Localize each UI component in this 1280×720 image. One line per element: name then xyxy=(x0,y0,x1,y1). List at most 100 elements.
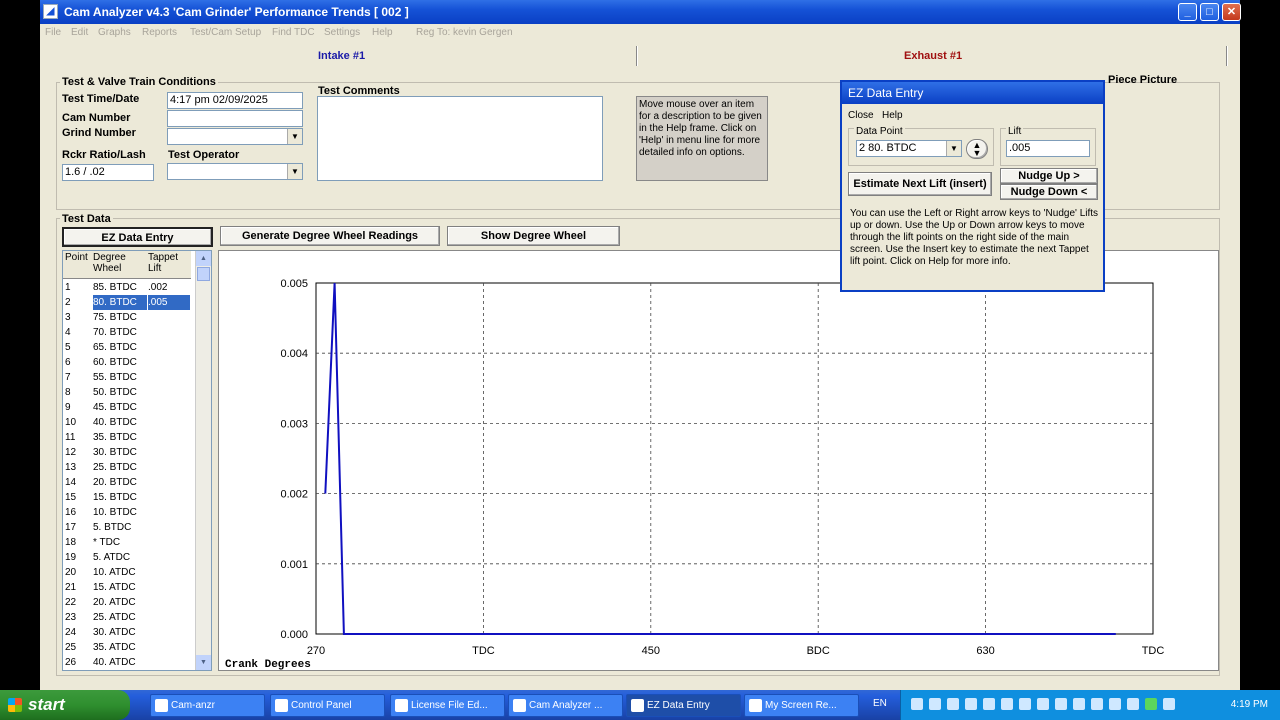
cell-point[interactable]: 13 xyxy=(65,460,91,475)
cell-degree-wheel[interactable]: 25. BTDC xyxy=(93,460,147,475)
cell-point[interactable]: 26 xyxy=(65,655,91,670)
cell-point[interactable]: 18 xyxy=(65,535,91,550)
time-date-field[interactable]: 4:17 pm 02/09/2025 xyxy=(167,92,303,109)
tray-icon[interactable] xyxy=(983,698,995,710)
data-point-combo[interactable]: 2 80. BTDC ▼ xyxy=(856,140,962,157)
tab-exhaust[interactable]: Exhaust #1 xyxy=(904,50,962,62)
test-comments-field[interactable] xyxy=(317,96,603,181)
cell-point[interactable]: 15 xyxy=(65,490,91,505)
dialog-menu-close[interactable]: Close xyxy=(848,110,874,121)
lift-field[interactable]: .005 xyxy=(1006,140,1090,157)
cell-point[interactable]: 2 xyxy=(65,295,91,310)
chevron-down-icon[interactable]: ▼ xyxy=(287,129,302,144)
table-row[interactable]: 19 5. ATDC xyxy=(63,550,191,565)
estimate-next-lift-button[interactable]: Estimate Next Lift (insert) xyxy=(848,172,992,196)
table-row[interactable]: 24 30. ATDC xyxy=(63,625,191,640)
tray-icon[interactable] xyxy=(1073,698,1085,710)
cell-point[interactable]: 24 xyxy=(65,625,91,640)
tray-icon[interactable] xyxy=(929,698,941,710)
cell-degree-wheel[interactable]: 60. BTDC xyxy=(93,355,147,370)
nudge-down-button[interactable]: Nudge Down < xyxy=(1000,184,1098,200)
data-point-spinner-icon[interactable]: ▲ ▼ xyxy=(966,139,988,159)
tray-icon[interactable] xyxy=(965,698,977,710)
table-row[interactable]: 26 40. ATDC xyxy=(63,655,191,670)
taskbar-item-screen-recorder[interactable]: My Screen Re... xyxy=(744,694,859,717)
table-row[interactable]: 17 5. BTDC xyxy=(63,520,191,535)
cell-point[interactable]: 5 xyxy=(65,340,91,355)
tray-icon[interactable] xyxy=(1001,698,1013,710)
table-row[interactable]: 3 75. BTDC xyxy=(63,310,191,325)
cell-degree-wheel[interactable]: 5. ATDC xyxy=(93,550,147,565)
table-row[interactable]: 4 70. BTDC xyxy=(63,325,191,340)
cell-point[interactable]: 19 xyxy=(65,550,91,565)
menu-settings[interactable]: Settings xyxy=(324,27,360,38)
tab-intake[interactable]: Intake #1 xyxy=(318,50,365,62)
cell-degree-wheel[interactable]: 20. ATDC xyxy=(93,595,147,610)
tray-icon[interactable] xyxy=(1109,698,1121,710)
table-row[interactable]: 22 20. ATDC xyxy=(63,595,191,610)
chevron-down-icon[interactable]: ▼ xyxy=(287,164,302,179)
security-icon[interactable] xyxy=(1145,698,1157,710)
tray-icon[interactable] xyxy=(1019,698,1031,710)
table-row[interactable]: 6 60. BTDC xyxy=(63,355,191,370)
table-row[interactable]: 10 40. BTDC xyxy=(63,415,191,430)
cam-number-field[interactable] xyxy=(167,110,303,127)
cell-degree-wheel[interactable]: 50. BTDC xyxy=(93,385,147,400)
cell-degree-wheel[interactable]: 85. BTDC xyxy=(93,280,147,295)
menu-test-cam-setup[interactable]: Test/Cam Setup xyxy=(190,27,261,38)
menu-graphs[interactable]: Graphs xyxy=(98,27,131,38)
dialog-menu-help[interactable]: Help xyxy=(882,110,903,121)
scroll-up-icon[interactable]: ▲ xyxy=(196,251,211,266)
menu-reports[interactable]: Reports xyxy=(142,27,177,38)
show-degree-wheel-button[interactable]: Show Degree Wheel xyxy=(447,226,620,246)
minimize-button[interactable]: _ xyxy=(1178,3,1197,21)
table-row[interactable]: 20 10. ATDC xyxy=(63,565,191,580)
cell-degree-wheel[interactable]: 75. BTDC xyxy=(93,310,147,325)
nudge-up-button[interactable]: Nudge Up > xyxy=(1000,168,1098,184)
cell-point[interactable]: 14 xyxy=(65,475,91,490)
cell-degree-wheel[interactable]: 40. BTDC xyxy=(93,415,147,430)
tray-icon[interactable] xyxy=(947,698,959,710)
cell-point[interactable]: 8 xyxy=(65,385,91,400)
cell-point[interactable]: 16 xyxy=(65,505,91,520)
cell-degree-wheel[interactable]: 15. BTDC xyxy=(93,490,147,505)
test-operator-combo[interactable]: ▼ xyxy=(167,163,303,180)
cell-point[interactable]: 10 xyxy=(65,415,91,430)
tray-icon[interactable] xyxy=(1163,698,1175,710)
cell-point[interactable]: 20 xyxy=(65,565,91,580)
table-row[interactable]: 16 10. BTDC xyxy=(63,505,191,520)
cell-degree-wheel[interactable]: 20. BTDC xyxy=(93,475,147,490)
table-row[interactable]: 23 25. ATDC xyxy=(63,610,191,625)
table-row[interactable]: 11 35. BTDC xyxy=(63,430,191,445)
tray-icon[interactable] xyxy=(1091,698,1103,710)
table-row[interactable]: 25 35. ATDC xyxy=(63,640,191,655)
ez-data-entry-button[interactable]: EZ Data Entry xyxy=(62,227,213,247)
cell-point[interactable]: 22 xyxy=(65,595,91,610)
rocker-ratio-field[interactable]: 1.6 / .02 xyxy=(62,164,154,181)
menu-help[interactable]: Help xyxy=(372,27,393,38)
scroll-down-icon[interactable]: ▼ xyxy=(196,655,211,670)
table-row[interactable]: 1 85. BTDC .002 xyxy=(63,280,191,295)
cell-degree-wheel[interactable]: 35. BTDC xyxy=(93,430,147,445)
cell-degree-wheel[interactable]: 10. BTDC xyxy=(93,505,147,520)
generate-readings-button[interactable]: Generate Degree Wheel Readings xyxy=(220,226,440,246)
menu-file[interactable]: File xyxy=(45,27,61,38)
grind-number-combo[interactable]: ▼ xyxy=(167,128,303,145)
cell-degree-wheel[interactable]: 80. BTDC xyxy=(93,295,147,310)
taskbar-item-cam-analyzer[interactable]: Cam Analyzer ... xyxy=(508,694,623,717)
cell-point[interactable]: 12 xyxy=(65,445,91,460)
cell-tappet-lift[interactable]: .005 xyxy=(148,295,190,310)
taskbar-item-control-panel[interactable]: Control Panel xyxy=(270,694,385,717)
tray-icon[interactable] xyxy=(911,698,923,710)
cell-degree-wheel[interactable]: 30. ATDC xyxy=(93,625,147,640)
language-indicator[interactable]: EN xyxy=(873,698,887,709)
menu-edit[interactable]: Edit xyxy=(71,27,88,38)
title-bar[interactable]: ◢ Cam Analyzer v4.3 'Cam Grinder' Perfor… xyxy=(40,0,1241,24)
table-row[interactable]: 2 80. BTDC .005 xyxy=(63,295,191,310)
taskbar-item-ez-data-entry[interactable]: EZ Data Entry xyxy=(626,694,741,717)
table-row[interactable]: 12 30. BTDC xyxy=(63,445,191,460)
table-row[interactable]: 8 50. BTDC xyxy=(63,385,191,400)
tray-icon[interactable] xyxy=(1055,698,1067,710)
tray-icon[interactable] xyxy=(1037,698,1049,710)
tray-icon[interactable] xyxy=(1127,698,1139,710)
